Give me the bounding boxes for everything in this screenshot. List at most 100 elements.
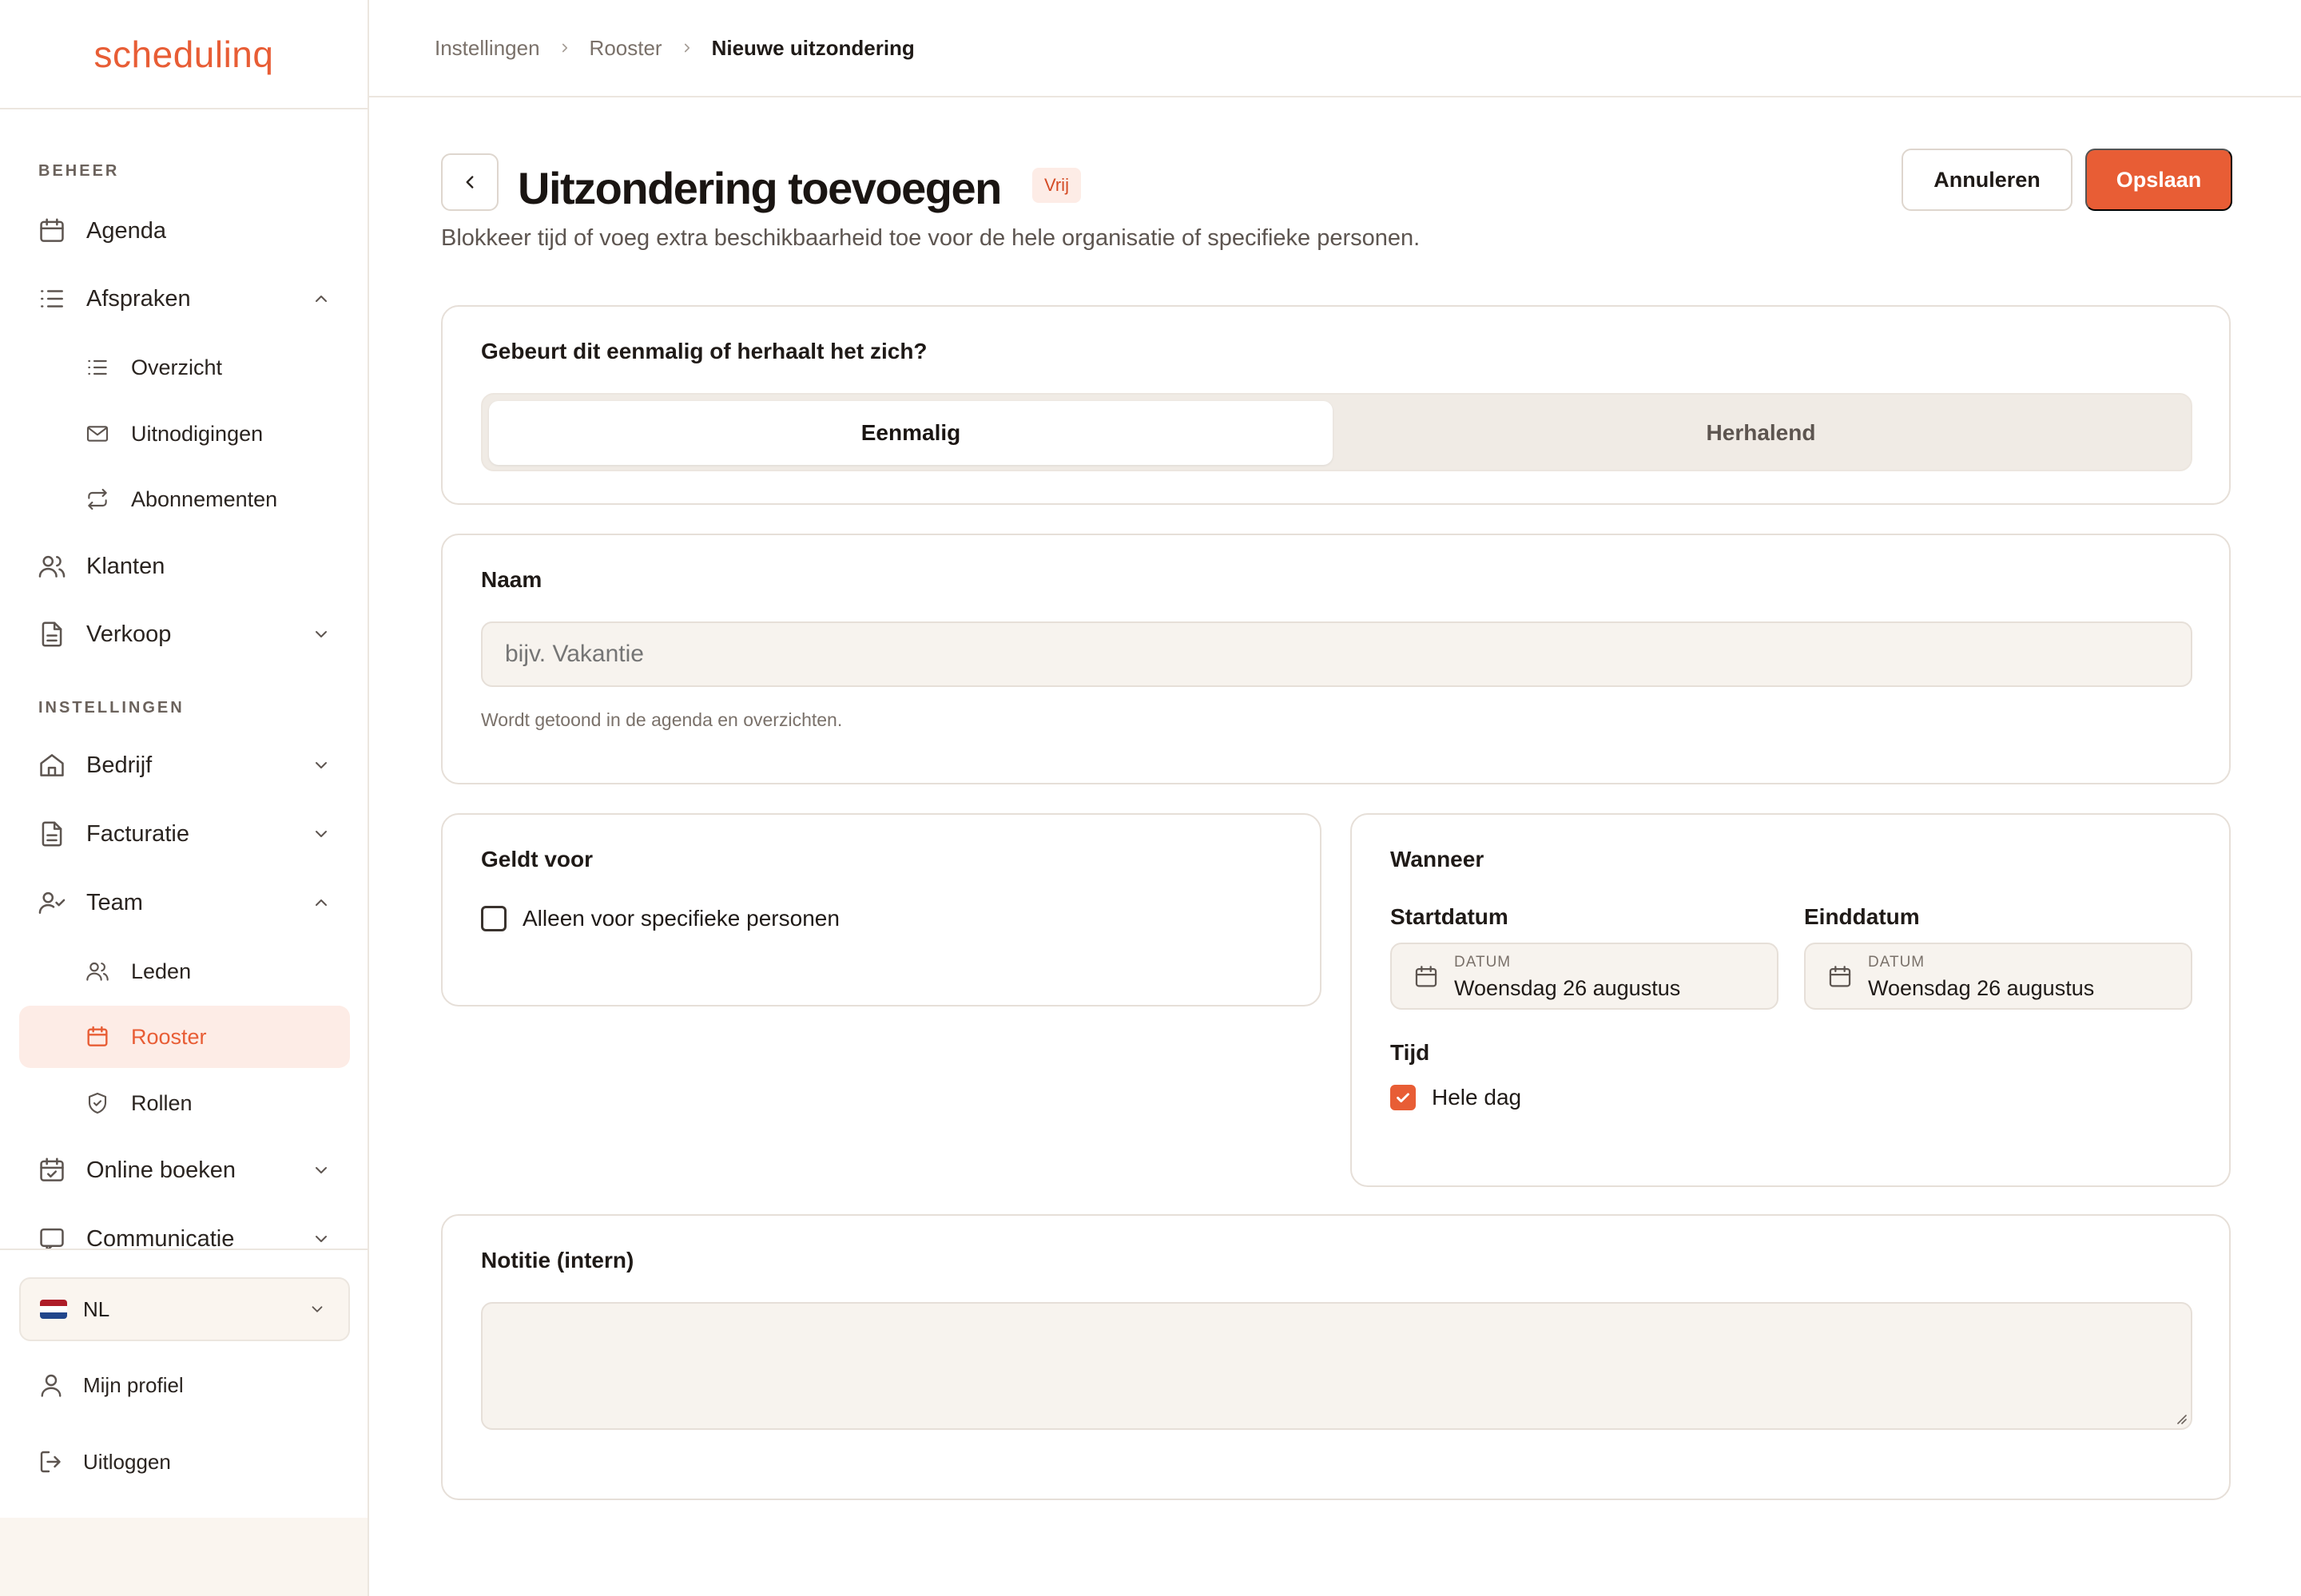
profile-link[interactable]: Mijn profiel (19, 1357, 350, 1413)
recurrence-card: Gebeurt dit eenmalig of herhaalt het zic… (441, 305, 2231, 505)
specific-persons-checkbox[interactable] (481, 906, 507, 931)
sidebar-item-label: Abonnementen (131, 486, 278, 511)
sidebar-item-label: Online boeken (86, 1157, 236, 1183)
end-date-caption: DATUM (1868, 954, 1925, 971)
sidebar-item-label: Overzicht (131, 355, 223, 379)
breadcrumb-item-current: Nieuwe uitzondering (711, 35, 915, 60)
calendar-icon (1413, 963, 1440, 991)
note-card: Notitie (intern) (441, 1214, 2231, 1500)
user-icon (37, 1371, 66, 1399)
sidebar-item-label: Uitnodigingen (131, 421, 264, 446)
option-herhalend[interactable]: Herhalend (1339, 401, 2183, 465)
shield-icon (85, 1090, 110, 1116)
chevron-right-icon (680, 41, 694, 55)
sidebar-item-agenda[interactable]: Agenda (19, 200, 350, 262)
sidebar-item-afspraken[interactable]: Afspraken (19, 268, 350, 330)
chevron-down-icon (312, 1161, 331, 1180)
app-logo[interactable]: schedulinq (94, 33, 274, 76)
all-day-row[interactable]: Hele dag (1390, 1085, 1521, 1110)
chevron-down-icon (312, 1229, 331, 1249)
document-icon (37, 619, 67, 649)
sidebar-item-team[interactable]: Team (19, 871, 350, 934)
sidebar-item-label: Afspraken (86, 285, 191, 312)
chevron-down-icon (312, 756, 331, 775)
sidebar-item-leden[interactable]: Leden (19, 940, 350, 1002)
section-label-instellingen: INSTELLINGEN (38, 699, 185, 717)
sidebar-item-label: Facturatie (86, 820, 189, 847)
logout-icon (37, 1447, 66, 1476)
applies-to-title: Geldt voor (481, 847, 594, 871)
main-content: Uitzondering toevoegen Vrij Blokkeer tij… (369, 97, 2301, 1596)
logout-label: Uitloggen (83, 1449, 171, 1474)
start-date-value: Woensdag 26 augustus (1454, 976, 1681, 1000)
name-card: Naam Wordt getoond in de agenda en overz… (441, 534, 2231, 784)
repeat-icon (85, 486, 110, 512)
mail-icon (85, 421, 110, 447)
applies-to-card: Geldt voor Alleen voor specifieke person… (441, 813, 1321, 1006)
back-button[interactable] (441, 153, 499, 211)
sidebar-item-rooster[interactable]: Rooster (19, 1006, 350, 1068)
all-day-checkbox[interactable] (1390, 1085, 1416, 1110)
status-badge: Vrij (1032, 168, 1081, 203)
language-label: NL (83, 1296, 110, 1321)
calendar-icon (1826, 963, 1854, 991)
topbar: Instellingen Rooster Nieuwe uitzondering (369, 0, 2301, 97)
sidebar-bottom-area (0, 1518, 368, 1596)
sidebar-item-online-boeken[interactable]: Online boeken (19, 1139, 350, 1201)
sidebar-item-uitnodigingen[interactable]: Uitnodigingen (19, 403, 350, 465)
note-textarea[interactable] (481, 1302, 2192, 1430)
profile-label: Mijn profiel (83, 1372, 184, 1397)
when-card: Wanneer Startdatum DATUM Woensdag 26 aug… (1350, 813, 2231, 1187)
start-date-input[interactable]: DATUM Woensdag 26 augustus (1390, 943, 1778, 1010)
save-button[interactable]: Opslaan (2085, 149, 2232, 211)
name-help-text: Wordt getoond in de agenda en overzichte… (481, 709, 843, 730)
users-icon (37, 551, 67, 582)
recurrence-segmented-control: Eenmalig Herhalend (481, 393, 2192, 471)
cancel-button[interactable]: Annuleren (1902, 149, 2072, 211)
logout-link[interactable]: Uitloggen (19, 1434, 350, 1490)
sidebar-item-label: Communicatie (86, 1225, 235, 1249)
specific-persons-label: Alleen voor specifieke personen (523, 906, 840, 931)
sidebar-item-rollen[interactable]: Rollen (19, 1072, 350, 1134)
option-eenmalig[interactable]: Eenmalig (489, 401, 1333, 465)
user-check-icon (37, 887, 67, 918)
chevron-down-icon (312, 824, 331, 844)
end-date-input[interactable]: DATUM Woensdag 26 augustus (1804, 943, 2192, 1010)
specific-persons-row[interactable]: Alleen voor specifieke personen (481, 906, 840, 931)
sidebar-item-verkoop[interactable]: Verkoop (19, 603, 350, 665)
message-icon (37, 1224, 67, 1249)
sidebar-item-abonnementen[interactable]: Abonnementen (19, 468, 350, 530)
sidebar-footer: NL Mijn profiel Uitloggen (0, 1249, 368, 1518)
breadcrumb-item-instellingen[interactable]: Instellingen (435, 36, 540, 61)
page-title: Uitzondering toevoegen (518, 163, 1002, 213)
flag-nl-icon (40, 1300, 67, 1319)
breadcrumb-item-rooster[interactable]: Rooster (590, 36, 662, 61)
time-label: Tijd (1390, 1040, 1430, 1065)
breadcrumb: Instellingen Rooster Nieuwe uitzondering (435, 36, 915, 61)
chevron-up-icon (312, 893, 331, 912)
sidebar-item-bedrijf[interactable]: Bedrijf (19, 734, 350, 796)
document-icon (37, 819, 67, 849)
chevron-down-icon (308, 1300, 326, 1318)
sidebar-item-label: Leden (131, 959, 192, 983)
sidebar-item-label: Klanten (86, 553, 165, 579)
chevron-up-icon (312, 289, 331, 308)
all-day-label: Hele dag (1432, 1085, 1522, 1110)
sidebar: schedulinq BEHEER Agenda Afspraken Overz… (0, 0, 369, 1596)
users-icon (85, 959, 110, 984)
sidebar-item-klanten[interactable]: Klanten (19, 535, 350, 598)
language-select[interactable]: NL (19, 1277, 350, 1341)
section-label-beheer: BEHEER (38, 162, 120, 180)
name-input[interactable] (481, 621, 2192, 687)
sidebar-item-overzicht[interactable]: Overzicht (19, 336, 350, 399)
list-icon (37, 284, 67, 314)
start-date-label: Startdatum (1390, 904, 1508, 929)
list-icon (85, 355, 110, 380)
end-date-label: Einddatum (1804, 904, 1920, 929)
resize-handle-icon[interactable] (2173, 1411, 2188, 1425)
chevron-right-icon (558, 41, 572, 55)
chevron-left-icon (459, 172, 480, 193)
note-label: Notitie (intern) (481, 1248, 634, 1272)
sidebar-item-communicatie[interactable]: Communicatie (19, 1208, 350, 1249)
sidebar-item-facturatie[interactable]: Facturatie (19, 803, 350, 865)
